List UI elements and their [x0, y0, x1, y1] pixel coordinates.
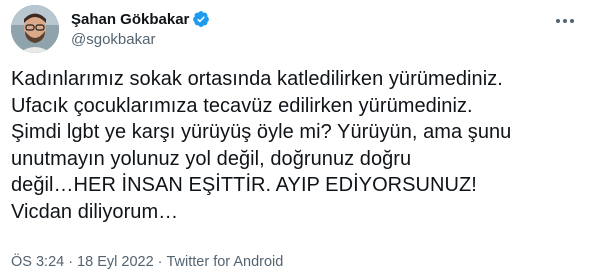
avatar[interactable] [11, 5, 59, 53]
tweet-text: Kadınlarımız sokak ortasında katledilirk… [11, 68, 512, 223]
display-name[interactable]: Şahan Gökbakar [71, 11, 189, 28]
tweet-date[interactable]: 18 Eyl 2022 [77, 254, 154, 270]
tweet-metadata: ÖS 3:24 · 18 Eyl 2022 · Twitter for Andr… [11, 254, 283, 270]
author-info: Şahan Gökbakar @sgokbakar [71, 9, 210, 48]
tweet-header: Şahan Gökbakar @sgokbakar [11, 5, 581, 53]
more-options-icon[interactable] [553, 11, 577, 31]
verified-badge-icon [192, 10, 210, 28]
meta-separator: · [157, 254, 163, 270]
tweet-time[interactable]: ÖS 3:24 [11, 254, 64, 270]
tweet-card: Şahan Gökbakar @sgokbakar Kadınlarımız s… [0, 0, 591, 279]
tweet-source[interactable]: Twitter for Android [166, 254, 283, 270]
display-name-row: Şahan Gökbakar [71, 9, 210, 29]
meta-separator: · [68, 254, 74, 270]
user-handle[interactable]: @sgokbakar [71, 31, 210, 48]
